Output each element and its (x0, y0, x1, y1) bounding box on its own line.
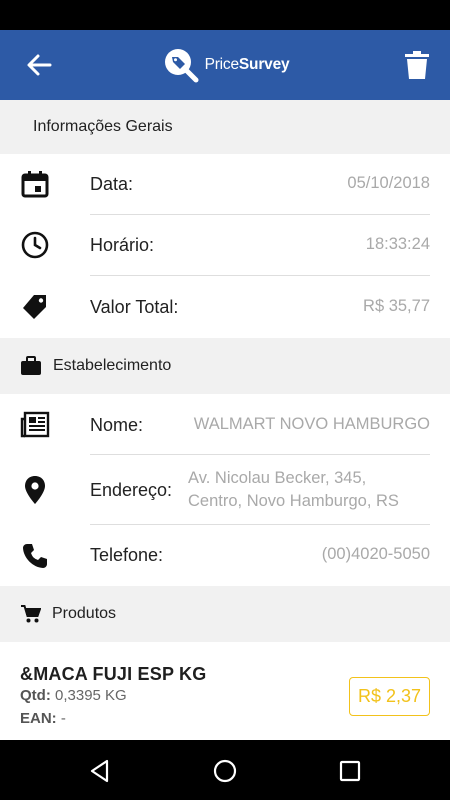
ean-label: EAN: (20, 710, 57, 727)
info-label: Horário: (90, 235, 155, 255)
info-row-address: Endereço: Av. Nicolau Becker, 345, Centr… (0, 455, 450, 525)
info-value: 05/10/2018 (347, 174, 430, 192)
system-nav-bar (0, 740, 450, 800)
back-arrow-icon[interactable] (24, 51, 54, 79)
address-line2: Centro, Novo Hamburgo, RS (188, 492, 399, 510)
app-bar: PriceSurvey (0, 30, 450, 100)
info-label: Endereço: (90, 480, 173, 500)
briefcase-icon (20, 356, 42, 376)
section-title: Produtos (52, 605, 117, 622)
info-row-date: Data: 05/10/2018 (0, 154, 450, 215)
status-bar (0, 0, 450, 30)
phone-icon (20, 541, 50, 571)
info-value: (00)4020-5050 (321, 545, 430, 563)
info-row-phone: Telefone: (00)4020-5050 (0, 525, 450, 586)
section-header-general: Informações Gerais (0, 100, 450, 154)
home-circle-icon[interactable] (212, 758, 238, 784)
info-value: 18:33:24 (365, 235, 430, 253)
qtd-label: Qtd: (20, 687, 51, 704)
address-line1: Av. Nicolau Becker, 345, (188, 469, 367, 487)
info-label: Valor Total: (90, 297, 179, 317)
cart-icon (21, 604, 41, 624)
ean-value: - (60, 710, 66, 727)
info-label: Nome: (90, 415, 144, 435)
product-item[interactable]: &MACA FUJI ESP KG Qtd: 0,3395 KG EAN: - … (0, 642, 450, 740)
info-row-name: Nome: WALMART NOVO HAMBURGO (0, 394, 450, 455)
location-pin-icon (20, 475, 50, 505)
qtd-value: 0,3395 KG (55, 687, 127, 704)
info-label: Telefone: (90, 545, 164, 565)
product-price-badge: R$ 2,37 (349, 677, 430, 716)
product-quantity: Qtd: 0,3395 KG (20, 687, 127, 704)
section-header-products: Produtos (0, 586, 450, 642)
app-logo-text: PriceSurvey (204, 56, 290, 73)
address-value: Av. Nicolau Becker, 345, Centro, Novo Ha… (188, 467, 399, 513)
newspaper-icon (20, 410, 50, 440)
product-name: &MACA FUJI ESP KG (20, 664, 207, 684)
trash-icon[interactable] (404, 50, 430, 80)
info-label: Data: (90, 174, 134, 194)
back-triangle-icon[interactable] (87, 758, 113, 784)
clock-icon (20, 230, 50, 260)
info-row-time: Horário: 18:33:24 (0, 215, 450, 276)
section-title: Informações Gerais (33, 118, 173, 135)
price-tag-icon (20, 292, 50, 322)
calendar-icon (20, 169, 50, 199)
product-ean: EAN: - (20, 710, 66, 727)
info-value: R$ 35,77 (363, 297, 430, 315)
recents-square-icon[interactable] (337, 758, 363, 784)
app-logo: PriceSurvey (163, 47, 290, 83)
section-header-establishment: Estabelecimento (0, 338, 450, 394)
info-value: WALMART NOVO HAMBURGO (193, 415, 430, 433)
search-tag-logo-icon (164, 49, 199, 83)
info-row-total: Valor Total: R$ 35,77 (0, 276, 450, 338)
section-title: Estabelecimento (53, 357, 172, 374)
